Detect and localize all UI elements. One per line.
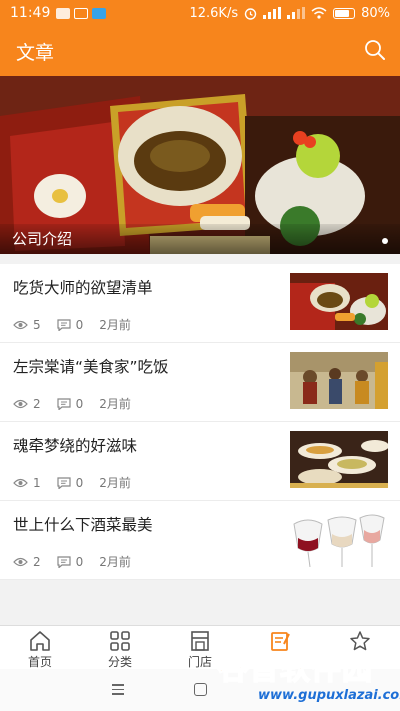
wifi-icon <box>311 7 327 19</box>
article-meta: 5 0 2月前 <box>13 316 147 333</box>
list-item[interactable]: 吃货大师的欲望清单 5 0 2月前 <box>0 264 400 343</box>
publish-time: 2月前 <box>99 476 131 490</box>
publish-time: 2月前 <box>99 555 131 569</box>
article-thumbnail <box>290 431 388 488</box>
signal-icon-2 <box>287 7 306 19</box>
page-title: 文章 <box>16 42 55 64</box>
eye-icon <box>13 320 28 329</box>
view-count: 5 <box>33 317 41 332</box>
comment-count: 0 <box>75 475 84 490</box>
message-icon <box>92 7 107 19</box>
home-icon <box>30 631 50 651</box>
view-count: 1 <box>33 475 41 490</box>
article-meta: 2 0 2月前 <box>13 553 147 570</box>
view-count: 2 <box>33 554 41 569</box>
eye-icon <box>13 478 28 487</box>
article-title: 吃货大师的欲望清单 <box>13 279 153 297</box>
tab-label: 分类 <box>107 655 132 669</box>
list-item[interactable]: 左宗棠请“美食家”吃饭 2 0 2月前 <box>0 343 400 422</box>
gallery-icon <box>74 7 89 19</box>
star-icon <box>350 631 370 651</box>
tab-label: 首页 <box>27 655 52 669</box>
comment-icon <box>57 555 71 568</box>
article-thumbnail <box>290 273 388 330</box>
article-thumbnail <box>290 352 388 409</box>
eye-icon <box>13 557 28 566</box>
tab-article[interactable] <box>240 626 320 670</box>
signal-icon <box>263 7 282 19</box>
battery-icon <box>333 7 356 19</box>
store-icon <box>191 631 209 651</box>
comment-count: 0 <box>75 396 84 411</box>
menu-button[interactable] <box>112 684 124 698</box>
app-header: 文章 <box>0 26 400 76</box>
notification-icon <box>56 7 71 19</box>
system-nav-bar <box>0 669 400 711</box>
view-count: 2 <box>33 396 41 411</box>
publish-time: 2月前 <box>99 318 131 332</box>
home-button[interactable] <box>194 683 207 696</box>
bottom-tab-bar: 首页 分类 门店 <box>0 625 400 670</box>
battery-percent: 80% <box>361 5 390 21</box>
article-thumbnail <box>290 510 388 567</box>
article-title: 左宗棠请“美食家”吃饭 <box>13 358 169 376</box>
tab-favorites[interactable] <box>320 626 400 670</box>
article-meta: 2 0 2月前 <box>13 395 147 412</box>
network-speed: 12.6K/s <box>189 5 239 21</box>
list-item[interactable]: 魂牵梦绕的好滋味 1 0 2月前 <box>0 422 400 501</box>
comment-icon <box>57 476 71 489</box>
grid-icon <box>110 631 130 651</box>
carousel-indicator <box>382 238 388 244</box>
article-title: 魂牵梦绕的好滋味 <box>13 437 138 455</box>
search-icon[interactable] <box>364 39 386 61</box>
comment-icon <box>57 397 71 410</box>
tab-category[interactable]: 分类 <box>80 626 160 670</box>
article-meta: 1 0 2月前 <box>13 474 147 491</box>
comment-count: 0 <box>75 317 84 332</box>
tab-label: 门店 <box>187 655 212 669</box>
list-item[interactable]: 世上什么下酒菜最美 2 0 2月前 <box>0 501 400 580</box>
article-icon <box>271 632 290 651</box>
status-time: 11:49 <box>10 5 51 21</box>
comment-icon <box>57 318 71 331</box>
alarm-icon <box>244 7 257 20</box>
eye-icon <box>13 399 28 408</box>
comment-count: 0 <box>75 554 84 569</box>
tab-home[interactable]: 首页 <box>0 626 80 670</box>
banner-carousel[interactable]: 公司介绍 <box>0 76 400 254</box>
banner-caption: 公司介绍 <box>0 224 400 254</box>
article-list: 吃货大师的欲望清单 5 0 2月前 左宗棠请“美食家”吃饭 2 0 2月前 魂牵… <box>0 264 400 580</box>
publish-time: 2月前 <box>99 397 131 411</box>
tab-store[interactable]: 门店 <box>160 626 240 670</box>
article-title: 世上什么下酒菜最美 <box>13 516 153 534</box>
status-bar: 11:49 12.6K/s 80% <box>0 0 400 26</box>
